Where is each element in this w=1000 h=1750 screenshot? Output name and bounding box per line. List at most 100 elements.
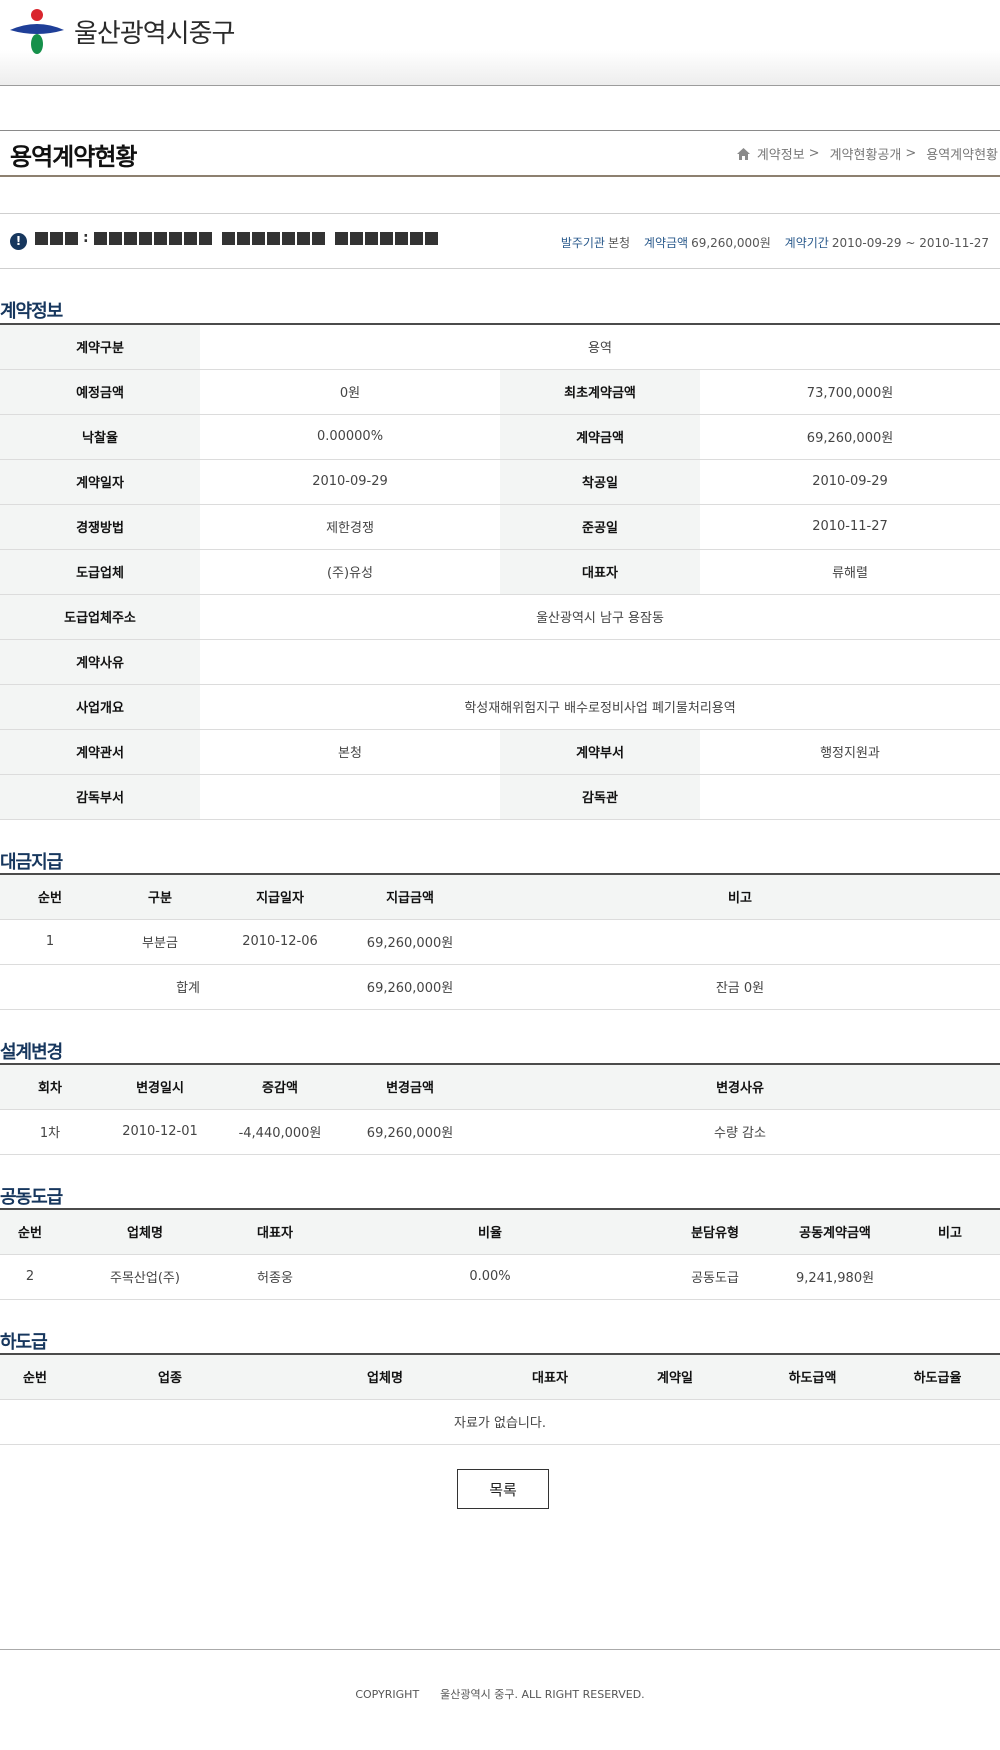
- joint-header-row: 순번 업체명 대표자 비율 분담유형 공동계약금액 비고: [0, 1209, 1000, 1255]
- cell: 주목산업(주): [60, 1254, 230, 1300]
- col-header: 계약일: [600, 1354, 750, 1400]
- field-value: 2010-09-29: [200, 459, 500, 505]
- breadcrumb-item-service-contract[interactable]: 용역계약현황: [926, 144, 998, 163]
- col-header: 순번: [0, 874, 100, 920]
- col-header: 하도급액: [750, 1354, 875, 1400]
- breadcrumb: 계약정보 > 계약현황공개 > 용역계약현황: [736, 144, 998, 163]
- page-title: 용역계약현황: [10, 143, 137, 171]
- table-row: 계약관서 본청 계약부서 행정지원과: [0, 729, 1000, 775]
- cell: [900, 1254, 1000, 1300]
- subcontract-table: 순번 업종 업체명 대표자 계약일 하도급액 하도급율 자료가 없습니다.: [0, 1353, 1000, 1445]
- total-amount: 69,260,000원: [340, 964, 480, 1010]
- cell: 2010-12-06: [220, 919, 340, 965]
- field-value: 학성재해위험지구 배수로정비사업 폐기물처리용역: [200, 684, 1000, 730]
- breadcrumb-item-contract-status[interactable]: 계약현황공개: [830, 144, 902, 163]
- field-label: 감독부서: [0, 774, 200, 820]
- field-label: 착공일: [500, 459, 700, 505]
- cell: 2: [0, 1254, 60, 1300]
- cell: 부분금: [100, 919, 220, 965]
- copyright-text: COPYRIGHT 울산광역시 중구. ALL RIGHT RESERVED.: [355, 1688, 645, 1701]
- payment-title: 대금지급: [0, 852, 63, 873]
- joint-contract-table: 순번 업체명 대표자 비율 분담유형 공동계약금액 비고 2 주목산업(주) 허…: [0, 1208, 1000, 1300]
- col-header: 대표자: [230, 1209, 320, 1255]
- col-header: 변경사유: [480, 1064, 1000, 1110]
- list-button[interactable]: 목록: [457, 1469, 549, 1509]
- amount-label: 계약금액: [643, 236, 689, 250]
- masked-colon: :: [83, 230, 89, 246]
- cell: 69,260,000원: [340, 919, 480, 965]
- site-logo[interactable]: 울산광역시중구: [8, 8, 235, 54]
- field-value: 2010-11-27: [700, 504, 1000, 550]
- cell: [480, 919, 1000, 965]
- col-header: 업체명: [270, 1354, 500, 1400]
- table-row: 1차 2010-12-01 -4,440,000원 69,260,000원 수량…: [0, 1109, 1000, 1155]
- col-header: 비고: [900, 1209, 1000, 1255]
- payment-table: 순번 구분 지급일자 지급금액 비고 1 부분금 2010-12-06 69,2…: [0, 873, 1000, 1010]
- table-row: 예정금액 0원 최초계약금액 73,700,000원: [0, 369, 1000, 415]
- col-header: 비율: [320, 1209, 660, 1255]
- joint-contract-title: 공동도급: [0, 1187, 63, 1208]
- col-header: 업종: [70, 1354, 270, 1400]
- agency-label: 발주기관: [560, 236, 605, 250]
- field-label: 경쟁방법: [0, 504, 200, 550]
- col-header: 비고: [480, 874, 1000, 920]
- field-label: 낙찰율: [0, 414, 200, 460]
- table-row: 도급업체 (주)유성 대표자 류해렬: [0, 549, 1000, 595]
- total-note: 잔금 0원: [480, 964, 1000, 1010]
- col-header: 구분: [100, 874, 220, 920]
- cell: 0.00%: [320, 1254, 660, 1300]
- home-icon[interactable]: [736, 147, 751, 161]
- subcontract-title: 하도급: [0, 1332, 48, 1353]
- field-label: 계약부서: [500, 729, 700, 775]
- site-footer: COPYRIGHT 울산광역시 중구. ALL RIGHT RESERVED.: [0, 1649, 1000, 1749]
- design-change-table: 회차 변경일시 증감액 변경금액 변경사유 1차 2010-12-01 -4,4…: [0, 1063, 1000, 1155]
- field-label: 사업개요: [0, 684, 200, 730]
- field-value: 0.00000%: [200, 414, 500, 460]
- cell: 허종웅: [230, 1254, 320, 1300]
- site-header: 울산광역시중구: [0, 0, 1000, 86]
- design-change-title: 설계변경: [0, 1042, 63, 1063]
- field-value: 2010-09-29: [700, 459, 1000, 505]
- cell: 69,260,000원: [340, 1109, 480, 1155]
- field-label: 계약금액: [500, 414, 700, 460]
- table-row: 계약사유: [0, 639, 1000, 685]
- field-value: 73,700,000원: [700, 369, 1000, 415]
- contract-info-title: 계약정보: [0, 301, 63, 322]
- ulsan-junggu-emblem-icon: [10, 9, 64, 54]
- col-header: 지급금액: [340, 874, 480, 920]
- cell: 1차: [0, 1109, 100, 1155]
- empty-message: 자료가 없습니다.: [0, 1399, 1000, 1445]
- field-label: 계약관서: [0, 729, 200, 775]
- period-label: 계약기간: [784, 236, 829, 250]
- field-value: 본청: [200, 729, 500, 775]
- summary-meta: 발주기관 본청 계약금액 69,260,000원 계약기간 2010-09-29 ~ …: [551, 234, 989, 251]
- field-label: 계약일자: [0, 459, 200, 505]
- alert-icon: !: [10, 233, 27, 250]
- col-header: 변경일시: [100, 1064, 220, 1110]
- field-label: 도급업체: [0, 549, 200, 595]
- table-row: 2 주목산업(주) 허종웅 0.00% 공동도급 9,241,980원: [0, 1254, 1000, 1300]
- field-label: 준공일: [500, 504, 700, 550]
- col-header: 증감액: [220, 1064, 340, 1110]
- field-value: 용역: [200, 324, 1000, 370]
- payment-total-row: 합계 69,260,000원 잔금 0원: [0, 964, 1000, 1010]
- field-label: 감독관: [500, 774, 700, 820]
- table-row: 낙찰율 0.00000% 계약금액 69,260,000원: [0, 414, 1000, 460]
- col-header: 지급일자: [220, 874, 340, 920]
- col-header: 회차: [0, 1064, 100, 1110]
- table-row: 감독부서 감독관: [0, 774, 1000, 820]
- field-value: [200, 639, 1000, 685]
- field-value: 류해렬: [700, 549, 1000, 595]
- field-value: (주)유성: [200, 549, 500, 595]
- cell: 9,241,980원: [770, 1254, 900, 1300]
- col-header: 순번: [0, 1354, 70, 1400]
- cell: 1: [0, 919, 100, 965]
- period-value: 2010-09-29 ~ 2010-11-27: [831, 236, 989, 250]
- cell: 공동도급: [660, 1254, 770, 1300]
- breadcrumb-item-contract-info[interactable]: 계약정보: [757, 144, 805, 163]
- field-label: 도급업체주소: [0, 594, 200, 640]
- field-value: 행정지원과: [700, 729, 1000, 775]
- agency-value: 본청: [607, 236, 631, 250]
- table-row: 경쟁방법 제한경쟁 준공일 2010-11-27: [0, 504, 1000, 550]
- logo-text: 울산광역시중구: [74, 18, 235, 49]
